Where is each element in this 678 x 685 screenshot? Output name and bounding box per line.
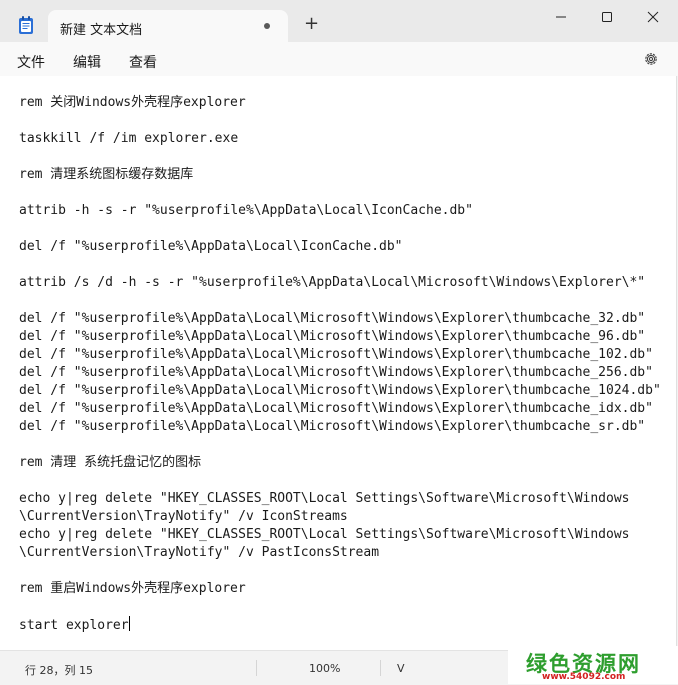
maximize-button[interactable] [584,0,630,32]
minimize-icon [556,16,566,18]
notepad-icon [19,16,33,34]
editor-line: rem 清理 系统托盘记忆的图标 [19,455,202,470]
document-tab[interactable]: 新建 文本文档 [48,10,288,42]
editor-line: echo y|reg delete "HKEY_CLASSES_ROOT\Loc… [19,491,630,506]
editor-line: del /f "%userprofile%\AppData\Local\Micr… [19,365,653,380]
menu-edit[interactable]: 编辑 [73,52,101,72]
editor-line: attrib /s /d -h -s -r "%userprofile%\App… [19,275,646,290]
editor-line: del /f "%userprofile%\AppData\Local\Micr… [19,383,661,398]
watermark-url: www.54092.com [542,672,626,682]
status-more: V [397,662,405,675]
unsaved-dot-icon[interactable] [264,23,270,29]
status-divider [380,660,381,676]
editor-line: del /f "%userprofile%\AppData\Local\Micr… [19,329,646,344]
editor-line: \CurrentVersion\TrayNotify" /v IconStrea… [19,509,348,524]
menu-file[interactable]: 文件 [17,52,45,72]
zoom-level[interactable]: 100% [309,662,340,675]
editor-line: rem 关闭Windows外壳程序explorer [19,95,246,110]
editor-line: taskkill /f /im explorer.exe [19,131,239,146]
editor-line: attrib -h -s -r "%userprofile%\AppData\L… [19,203,473,218]
watermark-logo: 绿色资源网 www.54092.com [508,646,678,684]
text-caret [128,616,130,631]
editor-line: echo y|reg delete "HKEY_CLASSES_ROOT\Loc… [19,527,630,542]
title-bar[interactable]: 新建 文本文档 + [0,0,678,42]
close-button[interactable] [630,0,676,32]
menu-view[interactable]: 查看 [129,52,157,72]
editor-line: del /f "%userprofile%\AppData\Local\Icon… [19,239,403,254]
editor-line: \CurrentVersion\TrayNotify" /v PastIcons… [19,545,380,560]
editor-line: start explorer [19,616,130,633]
text-editor[interactable]: rem 关闭Windows外壳程序explorer taskkill /f /im… [0,76,677,650]
editor-line: del /f "%userprofile%\AppData\Local\Micr… [19,401,653,416]
minimize-button[interactable] [538,0,584,32]
editor-line: rem 重启Windows外壳程序explorer [19,581,246,596]
close-icon [647,11,659,23]
maximize-icon [602,12,612,22]
editor-line: del /f "%userprofile%\AppData\Local\Micr… [19,347,653,362]
tab-title: 新建 文本文档 [60,23,143,38]
menu-bar: 文件 编辑 查看 [0,42,678,76]
new-tab-button[interactable]: + [304,15,319,33]
gear-icon[interactable] [643,51,659,67]
editor-line: del /f "%userprofile%\AppData\Local\Micr… [19,419,646,434]
editor-content[interactable]: rem 关闭Windows外壳程序explorer taskkill /f /im… [19,94,661,634]
editor-line: rem 清理系统图标缓存数据库 [19,167,194,182]
status-divider [256,660,257,676]
cursor-position: 行 28，列 15 [25,664,93,677]
editor-line: del /f "%userprofile%\AppData\Local\Micr… [19,311,646,326]
